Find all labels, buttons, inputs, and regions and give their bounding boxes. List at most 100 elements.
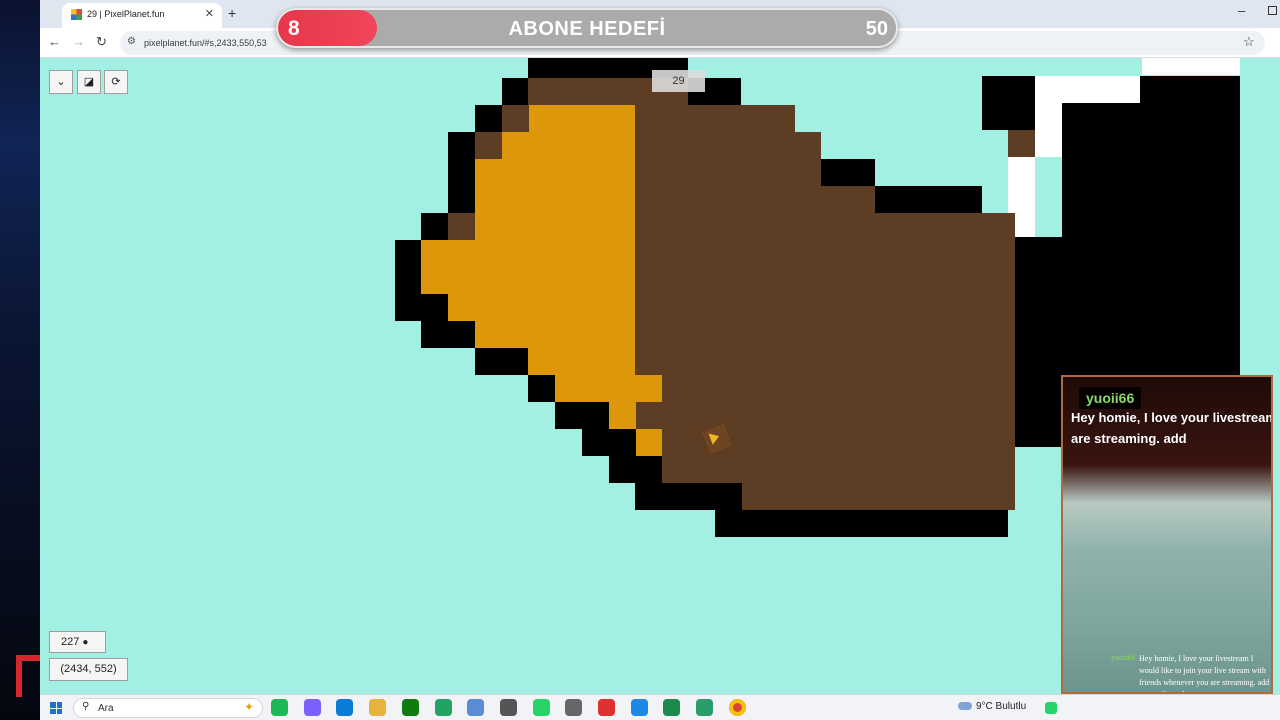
taskbar-drops-icon[interactable] bbox=[467, 699, 485, 716]
forward-button[interactable]: → bbox=[72, 34, 85, 49]
pixel-block bbox=[448, 132, 475, 159]
palette-toggle-button[interactable]: ◪ bbox=[77, 70, 101, 94]
pixel-block bbox=[555, 402, 609, 429]
pixel-block bbox=[635, 402, 1015, 429]
pixel-block bbox=[635, 321, 1015, 348]
taskbar-calculator-icon[interactable] bbox=[499, 699, 517, 716]
back-button[interactable]: ← bbox=[48, 34, 61, 49]
canvas-switch-button[interactable]: ⟳ bbox=[104, 70, 128, 94]
pixel-block bbox=[475, 213, 635, 240]
pixel-block bbox=[528, 348, 635, 375]
pixel-block bbox=[635, 348, 1015, 375]
pixel-block bbox=[609, 456, 662, 483]
pixel-block bbox=[528, 105, 635, 132]
pixel-block bbox=[555, 375, 662, 402]
pixel-block bbox=[475, 159, 635, 186]
goal-target: 50 bbox=[865, 18, 888, 40]
pixel-block bbox=[635, 483, 742, 510]
coordinates-badge[interactable]: (2434, 552) bbox=[49, 658, 128, 681]
taskbar-excel-icon[interactable] bbox=[434, 699, 452, 716]
tray-whatsapp-icon[interactable] bbox=[1045, 702, 1057, 714]
pixel-block bbox=[502, 132, 635, 159]
zoom-level-label: 29 bbox=[652, 70, 705, 92]
weather-widget[interactable]: 9°C Bulutlu bbox=[958, 701, 1026, 712]
pixel-block bbox=[421, 321, 475, 348]
pixel-block bbox=[1035, 76, 1140, 103]
taskbar-xbox-icon[interactable] bbox=[401, 699, 419, 716]
channel-logo bbox=[16, 655, 42, 697]
pixel-block bbox=[395, 294, 448, 321]
taskbar-wps-icon[interactable] bbox=[598, 699, 615, 716]
pixel-block bbox=[475, 321, 635, 348]
taskbar-app-icon[interactable] bbox=[696, 699, 714, 716]
taskbar-copilot-icon[interactable] bbox=[303, 699, 321, 716]
bookmark-star-icon[interactable]: ☆ bbox=[1243, 34, 1255, 50]
taskbar-search-input[interactable]: ⚲ Ara ✦ bbox=[73, 698, 263, 718]
pixel-block bbox=[635, 186, 875, 213]
site-info-icon[interactable]: ⚙ bbox=[127, 36, 136, 47]
pixel-block bbox=[982, 76, 1035, 130]
pixel-block bbox=[1142, 58, 1240, 75]
taskbar-edge-icon[interactable] bbox=[336, 699, 354, 716]
person-icon: ● bbox=[82, 637, 89, 648]
sparkle-icon: ✦ bbox=[243, 700, 254, 714]
online-users-badge: 227 ● bbox=[49, 631, 106, 653]
windows-taskbar: ⚲ Ara ✦ 9°C Bulutlu bbox=[40, 694, 1280, 720]
pixel-block bbox=[421, 240, 635, 267]
window-minimize-button[interactable]: – bbox=[1238, 3, 1245, 18]
taskbar-chrome-icon[interactable] bbox=[728, 699, 746, 716]
taskbar-paint-icon[interactable] bbox=[630, 699, 648, 716]
pixel-block bbox=[421, 267, 635, 294]
pixel-block bbox=[502, 105, 529, 132]
pixel-block bbox=[662, 375, 1015, 402]
pixel-block bbox=[448, 159, 475, 186]
pixel-block bbox=[635, 159, 821, 186]
pixel-block bbox=[395, 240, 421, 267]
pixel-block bbox=[635, 294, 1015, 321]
new-tab-button[interactable]: + bbox=[228, 5, 236, 21]
taskbar-sheets-icon[interactable] bbox=[663, 699, 681, 716]
reload-button[interactable]: ↻ bbox=[96, 34, 107, 50]
pixel-block bbox=[821, 159, 875, 186]
chat-username: yuoii66 bbox=[1079, 387, 1142, 409]
pixel-block bbox=[635, 213, 1015, 240]
mini-chat-username: yuoii66 bbox=[1111, 653, 1136, 662]
cloud-icon bbox=[958, 702, 972, 711]
tab-close-icon[interactable]: ✕ bbox=[205, 7, 214, 20]
pixel-block bbox=[715, 510, 1008, 537]
pixel-block bbox=[582, 429, 636, 456]
windows-start-icon[interactable] bbox=[50, 702, 62, 714]
taskbar-files-icon[interactable] bbox=[369, 699, 387, 716]
weather-text: 9°C Bulutlu bbox=[976, 701, 1027, 712]
pixel-block bbox=[635, 429, 662, 456]
browser-tab[interactable]: 29 | PixelPlanet.fun ✕ bbox=[62, 3, 222, 28]
search-placeholder: Ara bbox=[98, 703, 114, 714]
pixel-block bbox=[742, 483, 1015, 510]
pixel-block bbox=[635, 105, 795, 132]
pixel-block bbox=[421, 213, 448, 240]
menu-collapse-button[interactable]: ⌄ bbox=[49, 70, 73, 94]
pixel-block bbox=[475, 132, 502, 159]
taskbar-spotify-icon[interactable] bbox=[271, 699, 288, 716]
pixel-block bbox=[1008, 237, 1062, 447]
online-count: 227 bbox=[61, 636, 80, 648]
pixel-block bbox=[635, 267, 1015, 294]
url-text: pixelplanet.fun/#s,2433,550,53 bbox=[144, 38, 267, 48]
pixel-block bbox=[395, 267, 421, 294]
taskbar-whatsapp-icon[interactable] bbox=[532, 699, 550, 716]
pixel-block bbox=[1035, 103, 1062, 157]
pixel-block bbox=[475, 186, 635, 213]
mini-chat-message: Hey homie, I love your livestream I woul… bbox=[1139, 654, 1270, 692]
desktop-background-strip bbox=[0, 0, 42, 720]
pixel-block bbox=[635, 240, 1015, 267]
pixel-block bbox=[475, 348, 528, 375]
pixel-block bbox=[875, 186, 982, 213]
goal-title: ABONE HEDEFİ bbox=[508, 18, 666, 40]
tab-title: 29 | PixelPlanet.fun bbox=[87, 9, 165, 19]
window-maximize-button[interactable] bbox=[1268, 6, 1277, 15]
pixel-block bbox=[448, 186, 475, 213]
taskbar-settings-icon[interactable] bbox=[565, 699, 583, 716]
pixel-block bbox=[475, 105, 502, 132]
pixel-block bbox=[528, 375, 555, 402]
pixel-block bbox=[662, 456, 1015, 483]
